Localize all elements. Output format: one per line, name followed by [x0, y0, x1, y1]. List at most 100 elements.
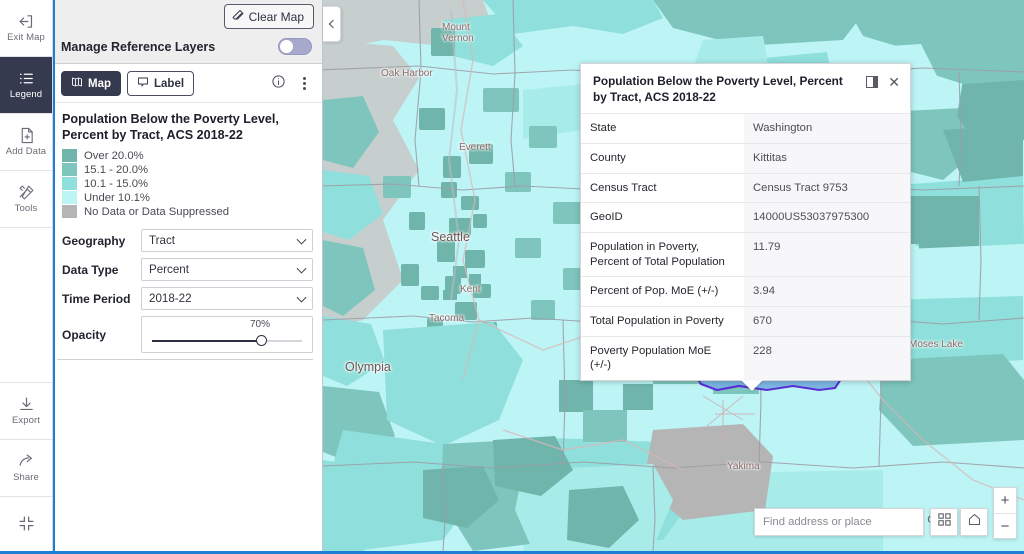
attribute-value: 3.94 — [744, 277, 910, 307]
popup-title: Population Below the Poverty Level, Perc… — [593, 74, 866, 105]
data-type-select[interactable]: Percent — [141, 258, 313, 281]
tab-map[interactable]: Map — [61, 71, 121, 96]
time-period-value: 2018-22 — [149, 292, 192, 305]
control-data-type: Data Type Percent — [57, 258, 313, 281]
opacity-slider-field[interactable]: 70% — [141, 316, 313, 353]
attribute-key: State — [581, 114, 744, 144]
feature-popup: Population Below the Poverty Level, Perc… — [580, 63, 911, 381]
chevron-down-icon — [297, 234, 307, 244]
chevron-down-icon — [297, 292, 307, 302]
tab-label[interactable]: Label — [127, 71, 194, 96]
zoom-in-button[interactable]: + — [994, 488, 1016, 513]
rail-spacer — [0, 228, 52, 383]
legend-item: Over 20.0% — [62, 149, 313, 162]
attribute-key: Census Tract — [581, 173, 744, 203]
legend-swatch — [62, 149, 77, 162]
dock-panel-icon[interactable] — [866, 76, 878, 88]
kebab-menu-icon — [303, 77, 306, 90]
map-application: MountVernon Oak Harbor Everett Seattle K… — [0, 0, 1024, 554]
legend-title: Population Below the Poverty Level, Perc… — [62, 111, 313, 143]
panel-edge-accent — [53, 0, 55, 554]
data-type-label: Data Type — [57, 263, 141, 277]
attribute-value: 11.79 — [744, 233, 910, 277]
manage-reference-layers-label: Manage Reference Layers — [61, 40, 215, 54]
feature-attributes-table: State Washington County Kittitas Census … — [581, 113, 910, 380]
opacity-value: 70% — [250, 319, 270, 330]
table-row: Total Population in Poverty 670 — [581, 307, 910, 337]
map-label-toolbar: Map Label — [53, 64, 322, 103]
tab-label-label: Label — [154, 78, 184, 90]
home-icon — [967, 512, 982, 532]
collapse-fullscreen-icon — [18, 515, 35, 532]
map-search-bar[interactable] — [754, 508, 924, 536]
opacity-fill — [152, 340, 257, 342]
rail-item-share[interactable]: Share — [0, 440, 52, 497]
attribute-key: GeoID — [581, 203, 744, 233]
table-row: Census Tract Census Tract 9753 — [581, 173, 910, 203]
table-row: Poverty Population MoE (+/-) 228 — [581, 336, 910, 380]
add-data-icon — [18, 127, 35, 144]
time-period-select[interactable]: 2018-22 — [141, 287, 313, 310]
attribute-key: Total Population in Poverty — [581, 307, 744, 337]
info-icon — [271, 74, 286, 94]
basemap-gallery-button[interactable] — [930, 508, 958, 536]
attribute-key: Population in Poverty, Percent of Total … — [581, 233, 744, 277]
legend-item: Under 10.1% — [62, 191, 313, 204]
legend-item-label: 10.1 - 15.0% — [84, 178, 148, 190]
panel-header: Clear Map Manage Reference Layers — [53, 0, 322, 64]
legend-item-label: Under 10.1% — [84, 192, 150, 204]
legend-item-label: Over 20.0% — [84, 150, 144, 162]
rail-item-tools[interactable]: Tools — [0, 171, 52, 228]
rail-item-legend[interactable]: Legend — [0, 57, 52, 114]
legend-swatch — [62, 205, 77, 218]
legend-list-icon — [18, 70, 35, 87]
opacity-label: Opacity — [57, 328, 141, 342]
table-row: State Washington — [581, 114, 910, 144]
attribute-value: 14000US53037975300 — [744, 203, 910, 233]
eraser-icon — [232, 9, 244, 24]
rail-item-label: Export — [12, 416, 40, 426]
map-book-icon — [71, 76, 83, 91]
home-extent-button[interactable] — [960, 508, 988, 536]
rail-item-add-data[interactable]: Add Data — [0, 114, 52, 171]
opacity-knob[interactable] — [256, 335, 267, 346]
left-rail: Exit Map Legend Add Data — [0, 0, 53, 554]
control-geography: Geography Tract — [57, 229, 313, 252]
rail-item-label: Exit Map — [7, 33, 45, 43]
attribute-key: County — [581, 144, 744, 174]
legend-item-label: No Data or Data Suppressed — [84, 206, 229, 218]
legend-item-label: 15.1 - 20.0% — [84, 164, 148, 176]
attribute-value: Kittitas — [744, 144, 910, 174]
close-icon[interactable]: ✕ — [888, 75, 900, 89]
popup-pointer — [741, 380, 763, 391]
panel-body: Map Label — [53, 64, 322, 554]
basemap-grid-icon — [937, 512, 952, 532]
legend-swatch — [62, 191, 77, 204]
search-input[interactable] — [755, 516, 925, 528]
reference-layers-toggle[interactable] — [278, 38, 312, 55]
tab-map-label: Map — [88, 78, 111, 90]
opacity-track[interactable] — [152, 340, 302, 342]
legend-item: 15.1 - 20.0% — [62, 163, 313, 176]
info-button[interactable] — [268, 74, 288, 94]
rail-item-label: Share — [13, 473, 39, 483]
zoom-out-button[interactable]: − — [994, 513, 1016, 538]
control-time-period: Time Period 2018-22 — [57, 287, 313, 310]
rail-item-exit-map[interactable]: Exit Map — [0, 0, 52, 57]
table-row: GeoID 14000US53037975300 — [581, 203, 910, 233]
clear-map-button[interactable]: Clear Map — [224, 4, 314, 29]
popup-header: Population Below the Poverty Level, Perc… — [581, 64, 910, 113]
more-options-button[interactable] — [294, 74, 314, 94]
exit-map-icon — [18, 13, 35, 30]
layer-controls: Geography Tract Data Type Percent Time P… — [53, 223, 322, 360]
collapse-panel-button[interactable] — [323, 6, 341, 42]
geography-select[interactable]: Tract — [141, 229, 313, 252]
toggle-knob — [280, 40, 293, 53]
rail-item-export[interactable]: Export — [0, 383, 52, 440]
time-period-label: Time Period — [57, 292, 141, 306]
rail-item-collapse[interactable] — [0, 497, 52, 554]
attribute-value: 228 — [744, 336, 910, 380]
tools-icon — [18, 184, 35, 201]
panel-empty-area — [53, 360, 322, 554]
attribute-key: Percent of Pop. MoE (+/-) — [581, 277, 744, 307]
